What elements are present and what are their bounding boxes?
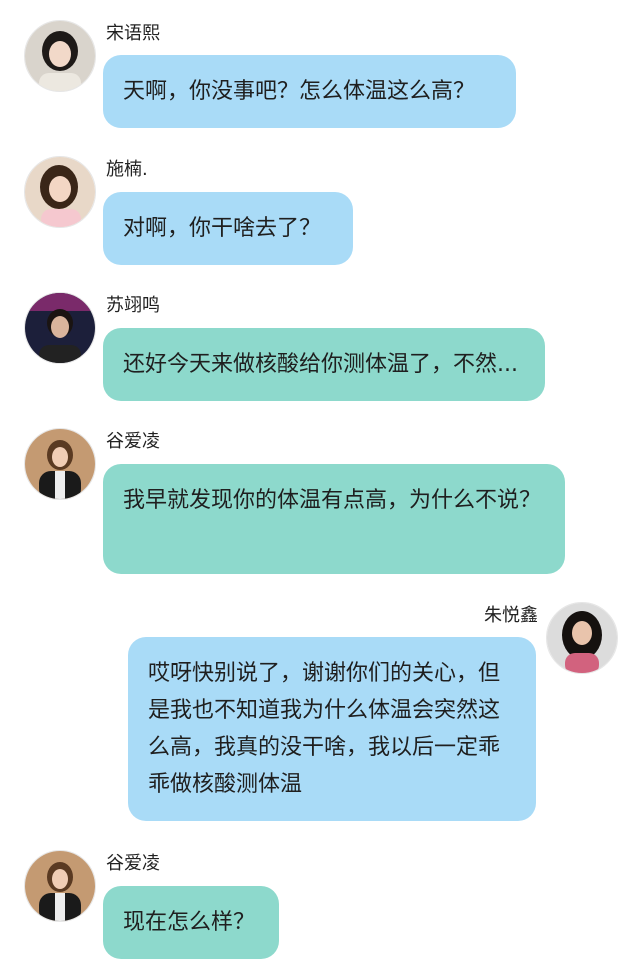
avatar-photo-icon	[25, 851, 95, 921]
avatar[interactable]	[24, 292, 96, 364]
avatar-photo-icon	[25, 21, 95, 91]
message-bubble[interactable]: 还好今天来做核酸给你测体温了，不然...	[103, 328, 545, 401]
avatar[interactable]	[546, 602, 618, 674]
sender-name: 苏翊鸣	[106, 295, 160, 316]
avatar[interactable]	[24, 850, 96, 922]
message-bubble[interactable]: 现在怎么样？	[103, 886, 279, 959]
sender-name: 施楠.	[106, 159, 148, 180]
avatar[interactable]	[24, 428, 96, 500]
avatar[interactable]	[24, 20, 96, 92]
sender-name: 朱悦鑫	[484, 605, 538, 626]
avatar-photo-icon	[547, 603, 617, 673]
avatar-photo-icon	[25, 429, 95, 499]
message-bubble[interactable]: 哎呀快别说了，谢谢你们的关心，但是我也不知道我为什么体温会突然这么高，我真的没干…	[128, 637, 536, 821]
sender-name: 谷爱凌	[106, 431, 160, 452]
sender-name: 宋语熙	[106, 23, 160, 44]
message-bubble[interactable]: 对啊，你干啥去了？	[103, 192, 353, 265]
message-bubble[interactable]: 我早就发现你的体温有点高，为什么不说？	[103, 464, 565, 574]
message-bubble[interactable]: 天啊，你没事吧？怎么体温这么高？	[103, 55, 516, 128]
sender-name: 谷爱凌	[106, 853, 160, 874]
avatar-photo-icon	[25, 157, 95, 227]
avatar[interactable]	[24, 156, 96, 228]
avatar-photo-icon	[25, 293, 95, 363]
